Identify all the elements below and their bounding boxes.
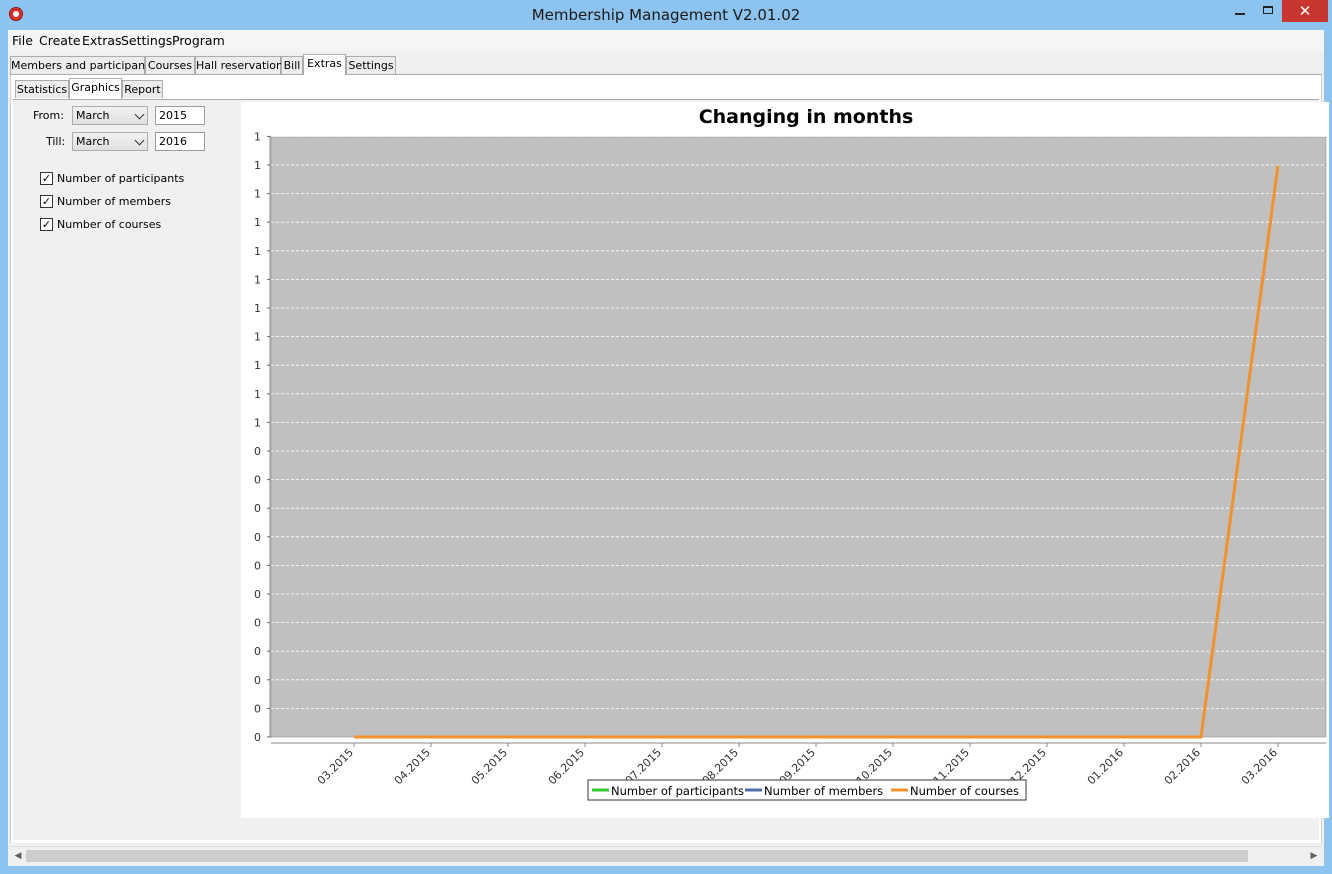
from-year-input[interactable]: 2015 [155,106,205,125]
members-checkbox[interactable]: ✓ [40,195,53,208]
y-tick-label: 1 [254,216,261,229]
scroll-right-icon[interactable]: ▶ [1308,850,1320,862]
tab-statistics[interactable]: Statistics [15,80,69,98]
tab-report[interactable]: Report [122,80,163,98]
y-tick-label: 0 [254,445,261,458]
y-tick-label: 1 [254,388,261,401]
y-tick-label: 0 [254,702,261,715]
participants-checkbox-label: Number of participants [57,172,185,185]
x-tick-label: 06.2015 [546,746,587,787]
from-month-value: March [76,109,110,122]
chart-title: Changing in months [699,106,914,128]
till-year-input[interactable]: 2016 [155,132,205,151]
title-bar[interactable]: Membership Management V2.01.02 ✕ [0,0,1332,30]
client-area: File Create Extras Settings Program Memb… [8,30,1329,866]
y-tick-label: 0 [254,531,261,544]
y-tick-label: 0 [254,674,261,687]
y-tick-label: 0 [254,588,261,601]
tab-courses[interactable]: Courses [145,56,195,74]
horizontal-scrollbar[interactable]: ◀ ▶ [10,846,1322,865]
maximize-button[interactable] [1254,0,1282,22]
y-tick-label: 1 [254,159,261,172]
tab-settings[interactable]: Settings [346,56,396,74]
scroll-thumb[interactable] [26,850,1248,862]
y-tick-label: 1 [254,416,261,429]
menu-create[interactable]: Create [39,33,81,48]
app-window: Membership Management V2.01.02 ✕ File Cr… [0,0,1332,874]
from-month-select[interactable]: March [72,106,148,125]
tab-graphics[interactable]: Graphics [69,78,122,99]
minimize-button[interactable] [1226,0,1254,22]
x-tick-label: 02.2016 [1162,746,1203,787]
participants-checkbox[interactable]: ✓ [40,172,53,185]
courses-checkbox[interactable]: ✓ [40,218,53,231]
y-tick-label: 1 [254,245,261,258]
members-checkbox-label: Number of members [57,195,171,208]
till-label: Till: [46,135,66,148]
chevron-down-icon [134,109,145,120]
x-tick-label: 03.2016 [1239,746,1280,787]
menu-bar: File Create Extras Settings Program [8,30,1324,51]
chart-panel: Changing in months 0 0 0 0 0 0 0 0 0 0 0 1 1 1 1 1 1 1 1 1 1 1… [241,102,1329,818]
menu-extras[interactable]: Extras [82,33,122,48]
tab-extras[interactable]: Extras [303,54,346,75]
y-tick-label: 0 [254,502,261,515]
y-tick-label: 1 [254,273,261,286]
close-button[interactable]: ✕ [1282,0,1328,22]
x-tick-label: 03.2015 [315,746,356,787]
y-tick-label: 0 [254,559,261,572]
legend-label: Number of courses [910,784,1019,798]
tab-bill[interactable]: Bill [281,56,303,74]
y-tick-label: 1 [254,302,261,315]
menu-program[interactable]: Program [172,33,225,48]
courses-checkbox-label: Number of courses [57,218,162,231]
legend-label: Number of members [764,784,883,798]
tab-hall-reservation[interactable]: Hall reservation [195,56,283,74]
till-month-value: March [76,135,110,148]
y-tick-label: 0 [254,617,261,630]
chevron-down-icon [134,135,145,146]
menu-file[interactable]: File [12,33,33,48]
y-tick-label: 1 [254,130,261,143]
x-tick-label: 05.2015 [469,746,510,787]
y-tick-label: 1 [254,188,261,201]
y-tick-label: 0 [254,731,261,744]
graphics-panel: From: March 2015 Till: March 2016 ✓ Numb… [13,100,1329,840]
line-chart: Changing in months 0 0 0 0 0 0 0 0 0 0 0 1 1 1 1 1 1 1 1 1 1 1… [254,106,1327,801]
window-title: Membership Management V2.01.02 [531,6,801,24]
y-tick-label: 1 [254,331,261,344]
x-tick-label: 04.2015 [392,746,433,787]
plot-area [270,136,1327,738]
from-label: From: [33,109,64,122]
y-tick-label: 1 [254,359,261,372]
legend-label: Number of participants [611,784,744,798]
extras-panel: Statistics Graphics Report From: March 2… [10,75,1329,843]
x-tick-label: 01.2016 [1085,746,1126,787]
tab-members-and-participants[interactable]: Members and participants [10,56,155,74]
till-month-select[interactable]: March [72,132,148,151]
menu-settings[interactable]: Settings [121,33,172,48]
scroll-left-icon[interactable]: ◀ [12,850,24,862]
y-tick-label: 0 [254,474,261,487]
y-tick-label: 0 [254,645,261,658]
